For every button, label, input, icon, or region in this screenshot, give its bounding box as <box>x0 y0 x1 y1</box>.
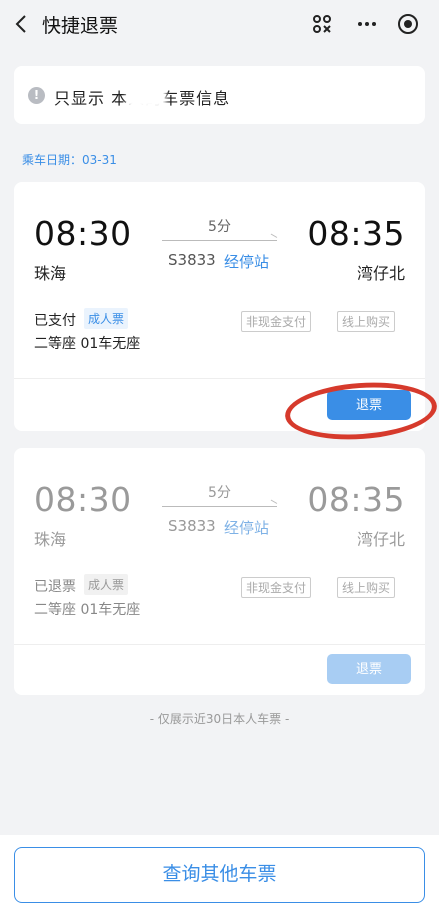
stops-link[interactable]: 经停站 <box>224 251 269 272</box>
train-number: S3833 <box>168 517 216 535</box>
redacted-name <box>126 82 166 108</box>
page-title: 快捷退票 <box>42 15 119 37</box>
more-icon[interactable] <box>355 12 379 36</box>
route-arrow <box>162 506 277 507</box>
arrival-time: 08:35 <box>307 480 405 519</box>
arrival-time: 08:35 <box>307 214 405 253</box>
close-miniprogram-icon[interactable] <box>396 12 420 36</box>
bottom-bar: 查询其他车票 <box>0 835 439 917</box>
payment-method-tag: 非现金支付 <box>241 577 312 598</box>
train-number: S3833 <box>168 251 216 269</box>
purchase-channel-tag: 线上购买 <box>337 577 396 598</box>
route-arrow <box>162 240 277 241</box>
divider <box>14 644 425 645</box>
payment-status: 已支付 <box>34 313 76 329</box>
info-icon: ! <box>28 87 45 104</box>
ticket-card-refunded: 08:30 5分 08:35 珠海 S3833 经停站 湾仔北 已退票 成人票 … <box>14 448 425 695</box>
back-arrow-icon[interactable] <box>10 12 34 36</box>
departure-station: 珠海 <box>34 264 67 283</box>
refund-status: 已退票 <box>34 579 76 595</box>
ticket-type-badge: 成人票 <box>84 574 129 595</box>
ride-date: 乘车日期：03-31 <box>22 153 117 167</box>
footer-note: - 仅展示近30日本人车票 - <box>149 712 290 726</box>
seat-info: 二等座 01车无座 <box>34 602 141 618</box>
scan-icon[interactable] <box>310 12 334 36</box>
departure-station: 珠海 <box>34 530 67 549</box>
stops-link[interactable]: 经停站 <box>224 517 269 538</box>
refund-button-disabled: 退票 <box>327 654 411 684</box>
arrival-station: 湾仔北 <box>356 530 405 549</box>
seat-info: 二等座 01车无座 <box>34 336 141 352</box>
arrival-station: 湾仔北 <box>356 264 405 283</box>
query-other-tickets-button[interactable]: 查询其他车票 <box>14 847 425 903</box>
payment-method-tag: 非现金支付 <box>241 311 312 332</box>
notice-banner: ! 只显示 本人的车票信息 <box>14 66 425 124</box>
divider <box>14 378 425 379</box>
ticket-type-badge: 成人票 <box>84 308 129 329</box>
purchase-channel-tag: 线上购买 <box>337 311 396 332</box>
app-header: 快捷退票 <box>0 0 439 48</box>
